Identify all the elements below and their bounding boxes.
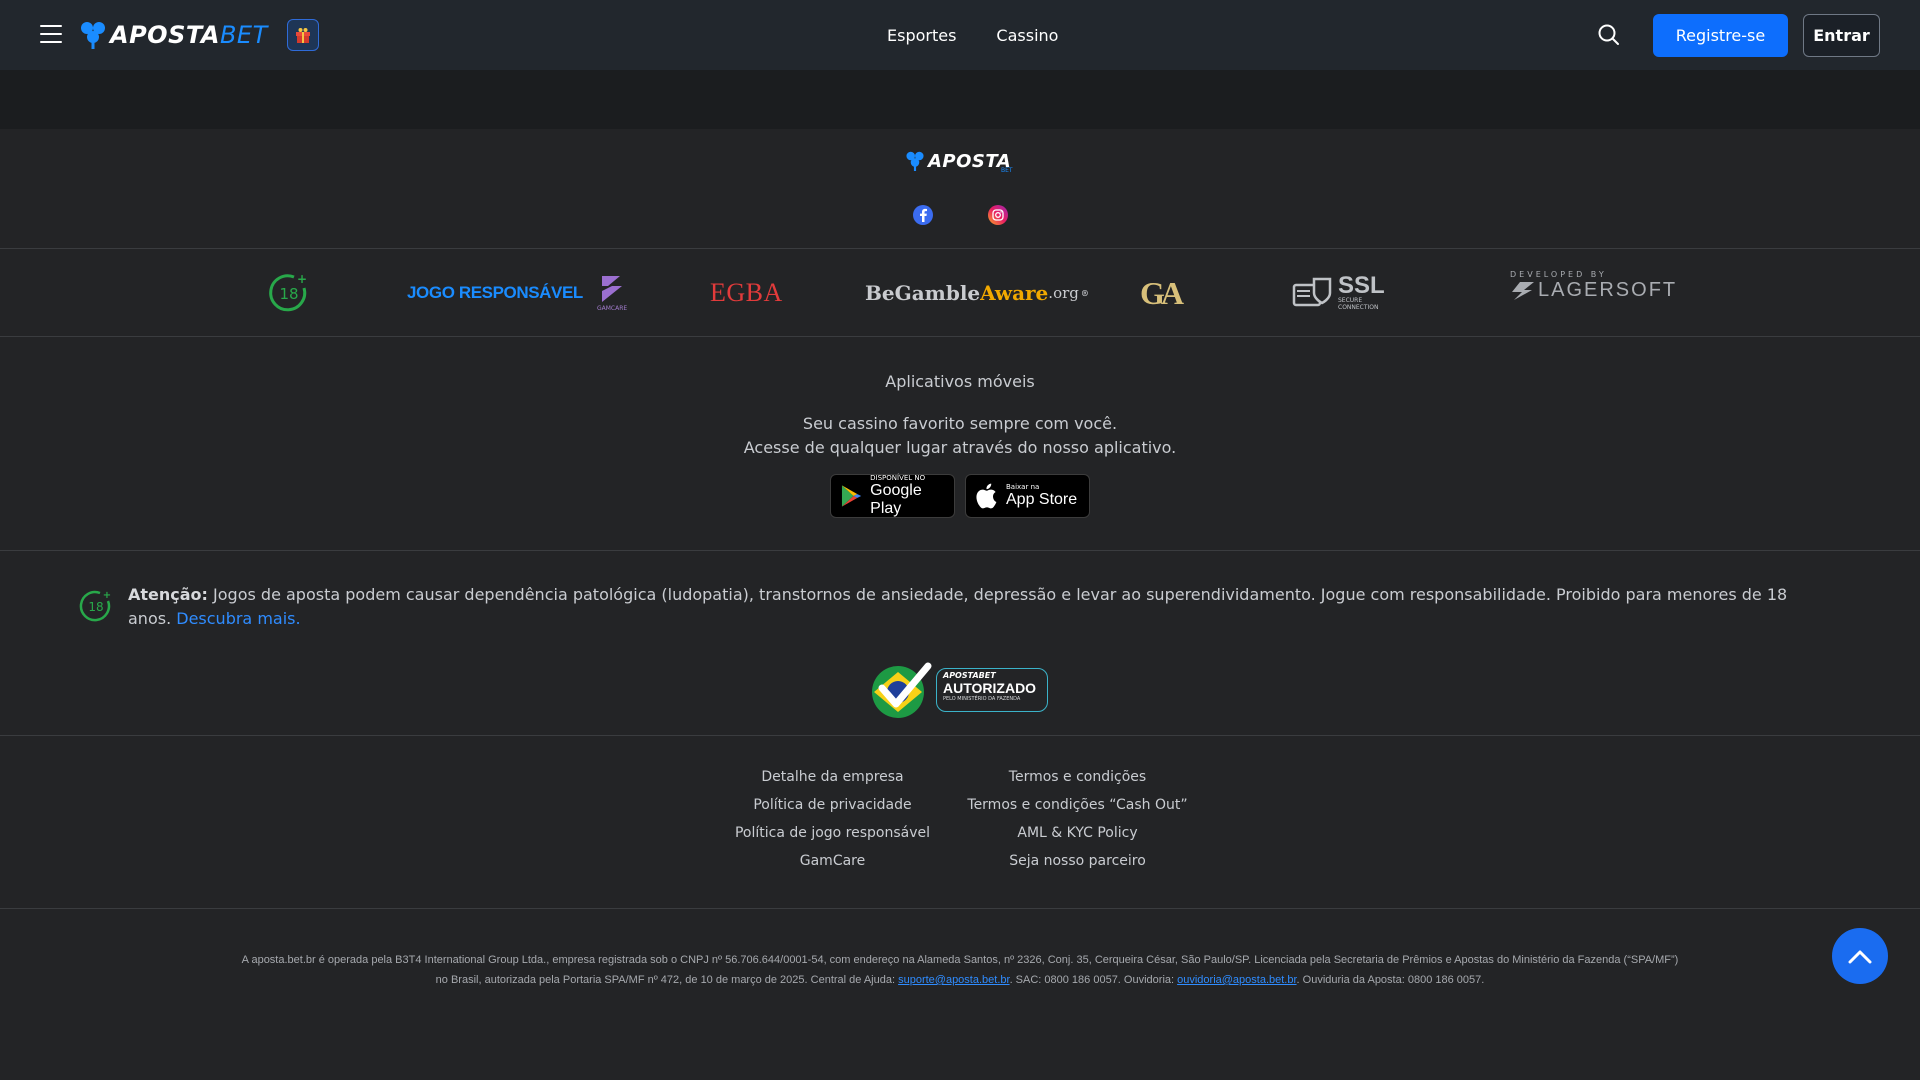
clover-logo-icon: [81, 22, 105, 49]
link-termos-cashout[interactable]: Termos e condições “Cash Out”: [960, 797, 1195, 813]
facebook-icon[interactable]: [913, 205, 933, 225]
aware-text: Aware: [980, 281, 1049, 305]
ombudsman-email-link[interactable]: ouvidoria@aposta.bet.br: [1177, 974, 1296, 986]
apps-description: Seu cassino favorito sempre com você. Ac…: [0, 412, 1920, 460]
link-aml-kyc[interactable]: AML & KYC Policy: [960, 825, 1195, 841]
partner-age-18[interactable]: 18 +: [268, 270, 310, 316]
ssl-sub2: CONNECTION: [1338, 304, 1379, 311]
nav-esportes[interactable]: Esportes: [887, 26, 956, 45]
responsible-gaming-warning: Atenção: Jogos de aposta podem causar de…: [128, 583, 1808, 631]
chevron-up-icon: [1848, 950, 1872, 964]
legal-line-1: A aposta.bet.br é operada pela B3T4 Inte…: [241, 954, 1679, 966]
ssl-title: SSL: [1338, 272, 1385, 299]
divider: [0, 550, 1920, 551]
gift-button[interactable]: [287, 19, 319, 51]
clover-logo-icon: [906, 151, 924, 171]
apple-icon: [976, 483, 997, 509]
scroll-top-button[interactable]: [1832, 928, 1888, 984]
partner-begambleaware[interactable]: BeGamble Aware .org ®: [865, 270, 1089, 316]
google-play-button[interactable]: DISPONÍVEL NO Google Play: [830, 474, 955, 518]
badge-title: AUTORIZADO: [943, 680, 1037, 696]
age-18-icon: 18 +: [79, 590, 111, 622]
apps-line-1: Seu cassino favorito sempre com você.: [802, 414, 1118, 433]
gift-icon: [296, 28, 310, 43]
partner-gamcare[interactable]: GAMCARE: [597, 270, 627, 316]
support-email-link[interactable]: suporte@aposta.bet.br: [898, 974, 1009, 986]
legal-line-2: no Brasil, autorizada pela Portaria SPA/…: [435, 974, 1485, 986]
link-termos[interactable]: Termos e condições: [960, 769, 1195, 785]
partner-ssl[interactable]: SSL SECURE CONNECTION: [1292, 270, 1385, 316]
divider: [0, 248, 1920, 249]
site-logo[interactable]: APOSTABET: [79, 19, 268, 51]
link-politica-jogo[interactable]: Política de jogo responsável: [730, 825, 935, 841]
app-store-button[interactable]: Baixar na App Store: [965, 474, 1090, 518]
badge-sub: PELO MINISTÉRIO DA FAZENDA: [943, 696, 1021, 702]
login-button[interactable]: Entrar: [1803, 14, 1880, 57]
instagram-icon[interactable]: [988, 205, 1008, 225]
apps-title: Aplicativos móveis: [885, 372, 1035, 391]
register-button[interactable]: Registre-se: [1653, 14, 1788, 57]
app-store-small: Baixar na: [1006, 483, 1040, 491]
badge-box: APOSTABET AUTORIZADO PELO MINISTÉRIO DA …: [936, 668, 1048, 712]
apps-line-2: Acesse de qualquer lugar através do noss…: [743, 438, 1177, 457]
top-header: APOSTABET Esportes Cassino Registre-se E…: [0, 0, 1920, 70]
search-icon[interactable]: [1597, 23, 1621, 47]
menu-icon[interactable]: [40, 25, 62, 45]
content-band: [0, 70, 1920, 129]
footer-logo-sub: BET: [1001, 167, 1013, 174]
link-gamcare[interactable]: GamCare: [730, 853, 935, 869]
svg-text:+: +: [103, 590, 111, 601]
ssl-shield-icon: [1292, 277, 1332, 307]
google-play-big: Google Play: [870, 482, 922, 517]
nav-cassino[interactable]: Cassino: [996, 26, 1058, 45]
badge-brand: APOSTABET: [943, 671, 996, 680]
lagersoft-bolt-icon: [1512, 281, 1534, 300]
brazil-check-icon: [872, 662, 932, 718]
svg-text:18: 18: [279, 285, 298, 303]
authorized-badge[interactable]: APOSTABET AUTORIZADO PELO MINISTÉRIO DA …: [868, 660, 1050, 720]
play-store-icon: [841, 485, 862, 507]
google-play-small: DISPONÍVEL NO: [870, 474, 926, 482]
footer-logo-text: APOSTA: [928, 150, 1012, 172]
partner-ga[interactable]: GA: [1140, 270, 1184, 316]
legal-text: A aposta.bet.br é operada pela B3T4 Inte…: [140, 950, 1780, 990]
app-store-big: App Store: [1006, 491, 1078, 508]
age-18-icon: 18 +: [269, 272, 307, 312]
partner-jogo-responsavel[interactable]: JOGO RESPONSÁVEL: [407, 270, 583, 316]
partner-egba[interactable]: EGBA: [710, 270, 783, 316]
developed-by-label: DEVELOPED BY: [1510, 270, 1607, 279]
footer-logo[interactable]: APOSTA BET: [905, 150, 1013, 174]
gamcare-logo-icon: [602, 276, 623, 302]
warning-text: Jogos de aposta podem causar dependência…: [128, 585, 1788, 628]
link-parceiro[interactable]: Seja nosso parceiro: [960, 853, 1195, 869]
main-nav: Esportes Cassino: [887, 0, 1058, 70]
divider: [0, 908, 1920, 909]
begamble-text: BeGamble: [865, 281, 981, 305]
gamcare-label: GAMCARE: [597, 305, 628, 312]
divider: [0, 735, 1920, 736]
registered-mark: ®: [1080, 288, 1089, 298]
org-text: .org: [1048, 284, 1079, 302]
learn-more-link[interactable]: Descubra mais.: [176, 609, 300, 628]
svg-text:18: 18: [88, 600, 103, 614]
link-detalhe-empresa[interactable]: Detalhe da empresa: [730, 769, 935, 785]
svg-text:+: +: [297, 272, 307, 286]
lagersoft-name: LAGERSOFT: [1510, 279, 1677, 302]
partner-lagersoft[interactable]: DEVELOPED BY LAGERSOFT: [1510, 270, 1677, 316]
divider: [0, 336, 1920, 337]
logo-text: APOSTABET: [110, 21, 268, 49]
warning-label: Atenção:: [128, 585, 208, 604]
link-politica-privacidade[interactable]: Política de privacidade: [730, 797, 935, 813]
